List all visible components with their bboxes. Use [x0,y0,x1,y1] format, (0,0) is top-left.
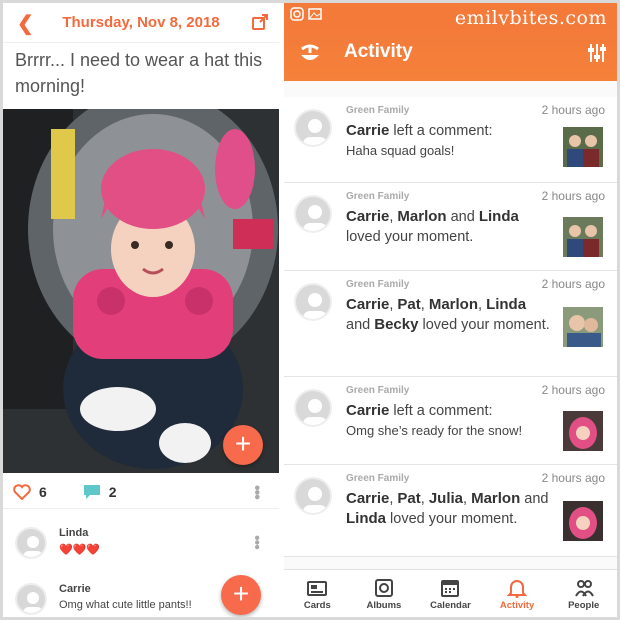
add-fab-button[interactable]: + [223,425,263,465]
timestamp: 2 hours ago [541,471,605,485]
group-name: Green Family [346,385,410,396]
likes-count: 6 [39,483,47,500]
comment-text: Omg what cute little pants!! [59,599,192,611]
cards-icon [307,581,328,596]
timestamp: 2 hours ago [541,103,605,117]
activity-message: Carrie left a comment: Omg she’s ready f… [346,402,523,438]
calendar-icon [441,580,460,597]
avatar [294,477,332,515]
comment-author: Carrie [59,583,91,595]
avatar [15,527,47,559]
timestamp: 2 hours ago [541,189,605,203]
people-icon [574,580,594,597]
activity-header: Activity [284,25,617,81]
comment-text: ❤️❤️❤️ [59,544,101,556]
share-icon[interactable] [251,13,269,31]
activity-message: Carrie, Pat, Julia, Marlon and Linda lov… [346,490,549,527]
page-title: Activity [344,41,413,62]
moment-date-title: Thursday, Nov 8, 2018 [62,14,220,31]
avatar [294,109,332,147]
avatar [294,195,332,233]
heart-icon[interactable] [13,483,31,500]
tab-activity[interactable]: Activity [484,570,551,617]
add-fab-button[interactable]: + [221,575,261,615]
avatar [15,583,47,615]
moment-thumbnail[interactable] [563,127,603,167]
activity-item[interactable]: Green Family 2 hours ago Carrie, Pat, Ma… [284,271,617,377]
comments-count: 2 [108,483,117,500]
activity-message: Carrie left a comment: Haha squad goals! [346,122,493,158]
moment-thumbnail[interactable] [563,217,603,257]
tab-calendar[interactable]: Calendar [417,570,484,617]
comment-icon[interactable] [83,484,101,500]
moment-photo[interactable]: + [3,109,279,473]
more-options-icon[interactable]: ••• [247,535,265,549]
tab-people[interactable]: People [550,570,617,617]
baby-photo-image [3,109,279,473]
avatar [294,389,332,427]
moment-thumbnail[interactable] [563,411,603,451]
bell-icon [507,580,528,598]
albums-icon [374,579,393,597]
activity-message: Carrie, Pat, Marlon, Linda and Becky lov… [346,296,550,333]
group-name: Green Family [346,191,410,202]
comment-item: Linda ❤️❤️❤️ ••• [3,519,279,575]
activity-item[interactable]: Green Family 2 hours ago Carrie left a c… [284,377,617,465]
tab-albums[interactable]: Albums [351,570,418,617]
more-options-icon[interactable]: ••• [247,485,265,499]
activity-item[interactable]: Green Family 2 hours ago Carrie, Pat, Ju… [284,465,617,557]
activity-message: Carrie, Marlon and Linda loved your mome… [346,208,519,245]
moment-header: ❮ Thursday, Nov 8, 2018 [3,3,279,43]
bottom-tab-bar: Cards Albums Calendar Activity People [284,569,617,617]
instagram-icon [290,7,304,21]
cherry-logo-icon[interactable] [298,43,322,65]
moment-caption: Brrrr... I need to wear a hat this morni… [15,50,263,96]
moment-thumbnail[interactable] [563,307,603,347]
activity-screen: emilybites.com Activity Green Family 2 h… [284,3,617,617]
avatar [294,283,332,321]
group-name: Green Family [346,473,410,484]
status-bar: emilybites.com [284,3,617,29]
filter-sliders-icon[interactable] [587,43,607,63]
timestamp: 2 hours ago [541,277,605,291]
comment-author: Linda [59,527,89,539]
timestamp: 2 hours ago [541,383,605,397]
moment-detail-screen: ❮ Thursday, Nov 8, 2018 Brrrr... I need … [3,3,279,617]
moment-thumbnail[interactable] [563,501,603,541]
back-chevron-icon[interactable]: ❮ [17,11,34,36]
tab-cards[interactable]: Cards [284,570,351,617]
gallery-icon [308,8,322,20]
activity-item[interactable]: Green Family 2 hours ago Carrie, Marlon … [284,183,617,271]
activity-item[interactable]: Green Family 2 hours ago Carrie left a c… [284,97,617,183]
group-name: Green Family [346,279,410,290]
moment-stats-bar: 6 2 ••• [3,475,279,509]
group-name: Green Family [346,105,410,116]
